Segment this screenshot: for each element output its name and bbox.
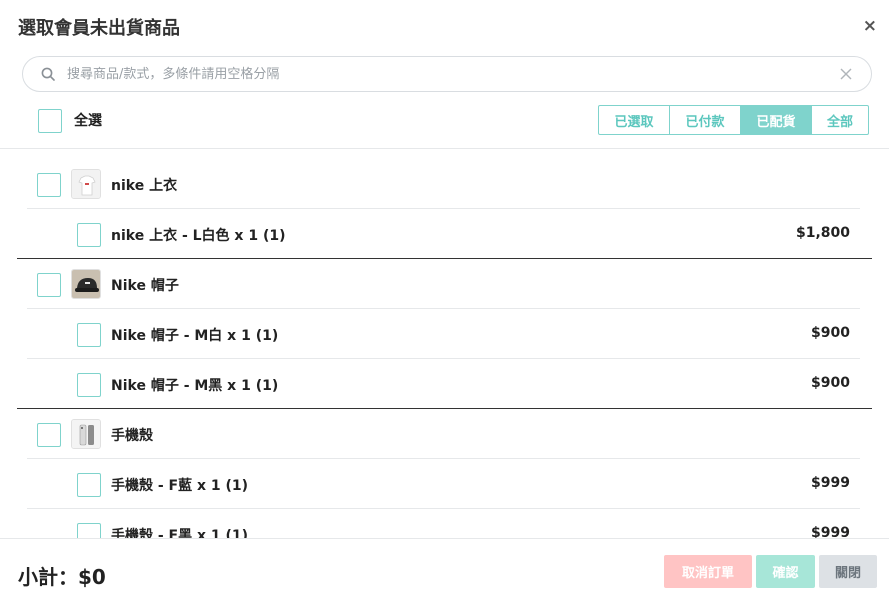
- select-all-checkbox[interactable]: [38, 109, 62, 133]
- tshirt-icon: [71, 169, 101, 199]
- confirm-button[interactable]: 確認: [756, 555, 815, 588]
- variant-row: 手機殼 - F黑 x 1 (1) $999: [0, 509, 889, 538]
- product-list[interactable]: nike 上衣 nike 上衣 - L白色 x 1 (1) $1,800 Nik…: [0, 149, 889, 538]
- product-group-row: nike 上衣: [0, 159, 889, 209]
- select-all-label: 全選: [74, 113, 102, 129]
- filter-all-button[interactable]: 全部: [811, 105, 869, 135]
- dialog-title: 選取會員未出貨商品: [18, 18, 180, 39]
- variant-row: Nike 帽子 - M白 x 1 (1) $900: [0, 309, 889, 359]
- cancel-order-button[interactable]: 取消訂單: [664, 555, 752, 588]
- variant-checkbox[interactable]: [77, 473, 101, 497]
- product-checkbox[interactable]: [37, 273, 61, 297]
- variant-price: $999: [811, 475, 850, 491]
- variant-price: $900: [811, 325, 850, 341]
- variant-row: nike 上衣 - L白色 x 1 (1) $1,800: [0, 209, 889, 259]
- search-icon: [41, 67, 55, 81]
- variant-name: Nike 帽子 - M黑 x 1 (1): [111, 378, 279, 394]
- variant-checkbox[interactable]: [77, 323, 101, 347]
- dialog-footer: 小計：$0 取消訂單 確認 關閉: [0, 539, 889, 610]
- dialog-header: 選取會員未出貨商品 ×: [0, 0, 889, 52]
- product-checkbox[interactable]: [37, 423, 61, 447]
- variant-name: nike 上衣 - L白色 x 1 (1): [111, 228, 286, 244]
- product-name: 手機殼: [111, 428, 153, 444]
- phone-case-icon: [71, 419, 101, 449]
- variant-checkbox[interactable]: [77, 373, 101, 397]
- subtotal: 小計：$0: [18, 565, 106, 589]
- clear-icon[interactable]: [839, 67, 853, 81]
- product-name: Nike 帽子: [111, 278, 179, 294]
- filter-selected-button[interactable]: 已選取: [598, 105, 670, 135]
- filter-allocated-button[interactable]: 已配貨: [740, 105, 812, 135]
- status-filter-group: 已選取 已付款 已配貨 全部: [598, 105, 869, 135]
- variant-checkbox[interactable]: [77, 223, 101, 247]
- close-button[interactable]: 關閉: [819, 555, 877, 588]
- search-input[interactable]: [67, 61, 827, 87]
- variant-name: 手機殼 - F藍 x 1 (1): [111, 478, 249, 494]
- variant-name: 手機殼 - F黑 x 1 (1): [111, 528, 249, 538]
- product-group-row: 手機殼: [0, 409, 889, 459]
- cap-icon: [71, 269, 101, 299]
- filter-paid-button[interactable]: 已付款: [669, 105, 741, 135]
- variant-checkbox[interactable]: [77, 523, 101, 538]
- variant-price: $900: [811, 375, 850, 391]
- close-icon[interactable]: ×: [863, 16, 877, 36]
- product-checkbox[interactable]: [37, 173, 61, 197]
- variant-name: Nike 帽子 - M白 x 1 (1): [111, 328, 279, 344]
- product-name: nike 上衣: [111, 178, 178, 194]
- variant-price: $999: [811, 525, 850, 538]
- variant-row: Nike 帽子 - M黑 x 1 (1) $900: [0, 359, 889, 409]
- variant-row: 手機殼 - F藍 x 1 (1) $999: [0, 459, 889, 509]
- product-group-row: Nike 帽子: [0, 259, 889, 309]
- search-box: [22, 56, 872, 92]
- variant-price: $1,800: [795, 225, 850, 241]
